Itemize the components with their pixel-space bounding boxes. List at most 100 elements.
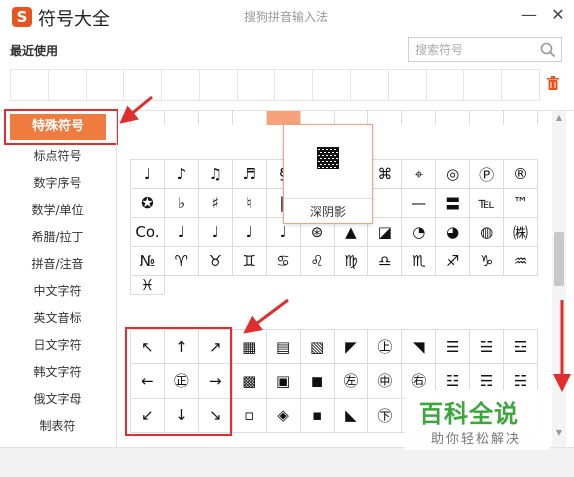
recent-symbol-cell[interactable] (351, 70, 389, 100)
symbol-cell[interactable]: ▣ (266, 364, 301, 399)
symbol-cell[interactable]: ♒ (504, 247, 538, 276)
symbol-cell[interactable]: ◕ (436, 218, 471, 247)
symbol-cell[interactable]: ☰ (436, 330, 471, 365)
recent-symbol-cell[interactable] (200, 70, 238, 100)
sidebar-item[interactable]: 中文字符 (0, 279, 115, 303)
recent-symbol-cell[interactable] (124, 70, 163, 100)
symbol-cell[interactable]: ▧ (300, 330, 335, 365)
symbol-cell[interactable]: ♫ (198, 160, 233, 189)
symbol-cell[interactable]: ♪ (164, 160, 199, 189)
sidebar-item[interactable]: 标点符号 (0, 144, 115, 168)
symbol-cell[interactable]: ㊥ (368, 364, 403, 399)
scrollbar-thumb[interactable] (554, 232, 564, 286)
symbol-cell[interactable]: ♮ (232, 189, 267, 218)
recent-symbol-cell[interactable] (313, 70, 352, 100)
symbol-cell[interactable]: ♑ (470, 247, 505, 276)
symbol-cell[interactable]: ▪ (300, 398, 335, 433)
symbol-cell[interactable]: ® (504, 160, 538, 189)
symbol-cell[interactable]: ▤ (266, 330, 301, 365)
scroll-down-icon[interactable]: ▼ (552, 428, 566, 440)
symbol-cell[interactable]: ♏ (402, 247, 437, 276)
recent-symbol-cell[interactable] (11, 70, 49, 100)
symbol-cell[interactable]: ▩ (232, 364, 267, 399)
symbol-cell[interactable]: ♈ (164, 247, 199, 276)
symbol-cell[interactable]: Ⓟ (470, 160, 505, 189)
symbol-cell[interactable]: ♋ (266, 247, 301, 276)
sidebar-item[interactable]: 希腊/拉丁 (0, 225, 115, 249)
recent-symbol-cell[interactable] (464, 70, 503, 100)
sidebar-item[interactable]: 数字序号 (0, 171, 115, 195)
sidebar-item[interactable]: 日文字符 (0, 333, 115, 357)
recent-symbol-cell[interactable] (162, 70, 200, 100)
symbol-cell[interactable]: Co. (131, 218, 165, 247)
symbol-cell[interactable]: ♍ (334, 247, 369, 276)
symbol-cell[interactable]: ㈱ (504, 218, 538, 247)
search-input[interactable] (415, 41, 535, 59)
search-box[interactable] (408, 37, 562, 62)
symbol-cell[interactable]: ▦ (232, 330, 267, 365)
symbol-preview-tooltip: 深阴影 (283, 124, 373, 224)
symbol-cell[interactable]: ㊤ (368, 330, 403, 365)
symbol-cell[interactable]: ✪ (131, 189, 165, 218)
symbol-cell[interactable]: ◤ (334, 330, 369, 365)
sidebar-item[interactable]: 数学/单位 (0, 198, 115, 222)
symbol-cell[interactable]: ☱ (470, 330, 505, 365)
symbol-cell[interactable]: ◈ (266, 398, 301, 433)
recent-symbol-cell[interactable] (427, 70, 465, 100)
symbol-cell[interactable]: ◣ (334, 398, 369, 433)
symbol-cell[interactable]: ♩ (232, 218, 267, 247)
recent-symbol-cell[interactable] (87, 70, 125, 100)
symbol-cell[interactable]: ㊦ (368, 398, 403, 433)
symbol-cell[interactable]: — (402, 189, 437, 218)
symbol-cell[interactable]: ♭ (164, 189, 199, 218)
sidebar-item[interactable]: 俄文字母 (0, 387, 115, 411)
symbol-cell[interactable]: ℡ (470, 189, 505, 218)
symbol-cell[interactable]: ♬ (232, 160, 267, 189)
recent-symbol-cell[interactable] (389, 70, 427, 100)
symbol-cell[interactable]: 〓 (436, 189, 471, 218)
sidebar-item[interactable]: 韩文字符 (0, 360, 115, 384)
window-title: 符号大全 (38, 9, 110, 30)
symbol-cell[interactable] (368, 189, 403, 218)
symbol-cell[interactable]: ◪ (368, 218, 403, 247)
watermark-slogan: 助你轻松解决 (431, 432, 522, 447)
annotation-box-arrows (125, 327, 232, 436)
symbol-cell[interactable]: ㊧ (334, 364, 369, 399)
symbol-cell[interactable]: № (131, 247, 165, 276)
symbol-cell[interactable]: ♩ (198, 218, 233, 247)
symbol-window: S 符号大全 搜狗拼音输入法 — ✕ 最近使用 特殊符号标点符号数字序号数学/单… (0, 0, 574, 477)
symbol-cell[interactable]: ♌ (300, 247, 335, 276)
symbol-cell[interactable]: ♎ (368, 247, 403, 276)
sidebar-item[interactable]: 制表符 (0, 414, 115, 438)
symbol-cell[interactable]: ♉ (198, 247, 233, 276)
symbol-cell[interactable]: ♓ (131, 276, 165, 295)
symbol-cell[interactable]: ⌘ (368, 160, 403, 189)
recent-symbol-cell[interactable] (49, 70, 87, 100)
symbol-cell[interactable]: ♯ (198, 189, 233, 218)
sidebar-item[interactable]: 英文音标 (0, 306, 115, 330)
symbol-cell[interactable]: ☲ (504, 330, 538, 365)
symbol-cell[interactable]: ♩ (164, 218, 199, 247)
symbol-cell[interactable]: ⌖ (402, 160, 437, 189)
close-button[interactable]: ✕ (547, 4, 569, 26)
symbol-cell[interactable]: ♐ (436, 247, 471, 276)
recent-symbol-cell[interactable] (275, 70, 314, 100)
scroll-up-icon[interactable]: ▲ (552, 113, 566, 125)
symbol-cell[interactable]: ◎ (436, 160, 471, 189)
recent-symbol-cell[interactable] (502, 70, 539, 100)
symbol-cell[interactable]: ♩ (131, 160, 165, 189)
recent-symbol-cell[interactable] (238, 70, 276, 100)
sidebar-item[interactable]: 拼音/注音 (0, 252, 115, 276)
search-icon[interactable] (539, 41, 557, 59)
symbol-cell[interactable]: ▫ (232, 398, 267, 433)
title-bar: S 符号大全 搜狗拼音输入法 — ✕ (0, 0, 574, 34)
symbol-cell[interactable]: ™ (504, 189, 538, 218)
symbol-cell[interactable]: ◼ (300, 364, 335, 399)
minimize-button[interactable]: — (518, 4, 540, 26)
watermark: 百科全说 助你轻松解决 (405, 390, 550, 450)
trash-icon[interactable] (546, 75, 560, 91)
symbol-cell[interactable]: ♊ (232, 247, 267, 276)
symbol-cell[interactable]: ◍ (470, 218, 505, 247)
symbol-cell[interactable]: ◥ (402, 330, 437, 365)
symbol-cell[interactable]: ◔ (402, 218, 437, 247)
